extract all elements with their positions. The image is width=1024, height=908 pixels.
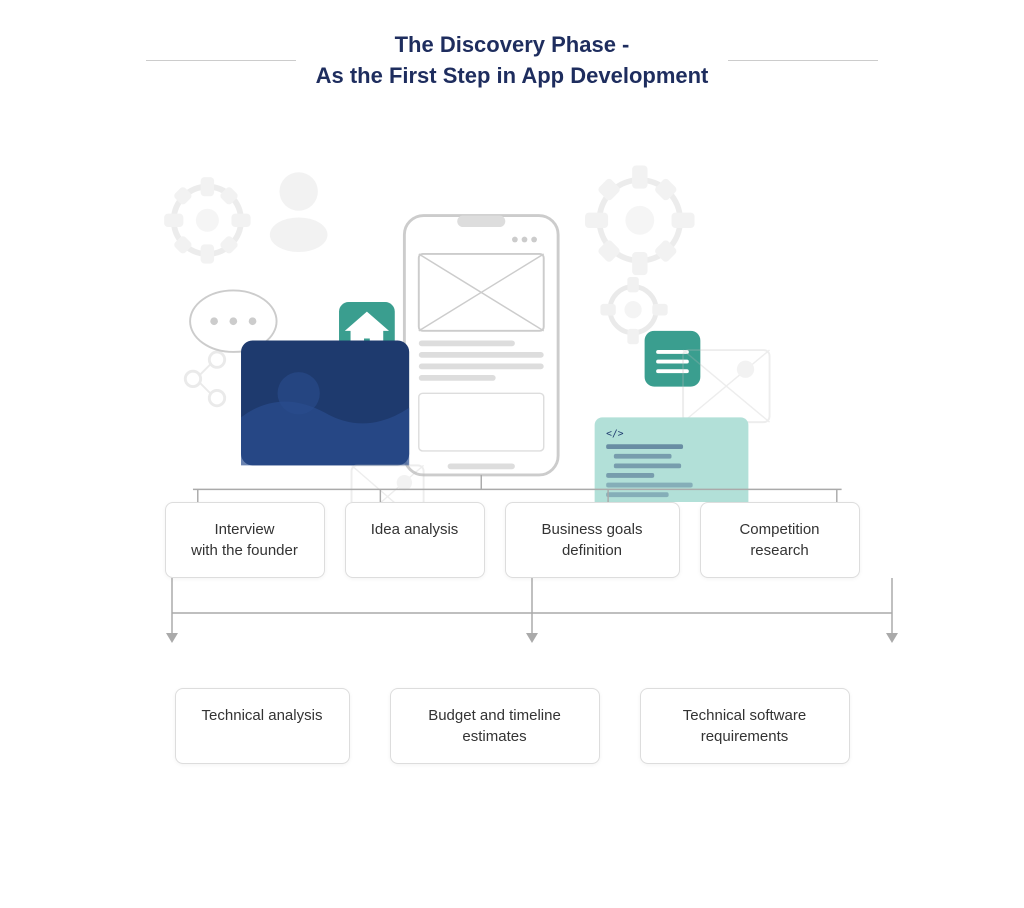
box-interview: Interview with the founder <box>165 502 325 578</box>
illustration-svg: </> <box>20 102 1004 502</box>
title-line-left <box>146 60 296 61</box>
illustration: </> <box>20 102 1004 502</box>
box-idea: Idea analysis <box>345 502 485 578</box>
box-business: Business goals definition <box>505 502 680 578</box>
svg-text:</>: </> <box>606 428 624 439</box>
row2: Technical analysis Budget and timeline e… <box>20 688 1004 764</box>
box-competition: Competition research <box>700 502 860 578</box>
title-line-right <box>728 60 878 61</box>
page-title: The Discovery Phase - As the First Step … <box>316 30 709 92</box>
row1: Interview with the founder Idea analysis… <box>20 502 1004 578</box>
box-budget: Budget and timeline estimates <box>390 688 600 764</box>
title-section: The Discovery Phase - As the First Step … <box>20 30 1004 92</box>
flow-section: Interview with the founder Idea analysis… <box>20 502 1004 764</box>
box-technical-software: Technical software requirements <box>640 688 850 764</box>
box-technical-analysis: Technical analysis <box>175 688 350 764</box>
row-connector-svg <box>20 578 1004 648</box>
